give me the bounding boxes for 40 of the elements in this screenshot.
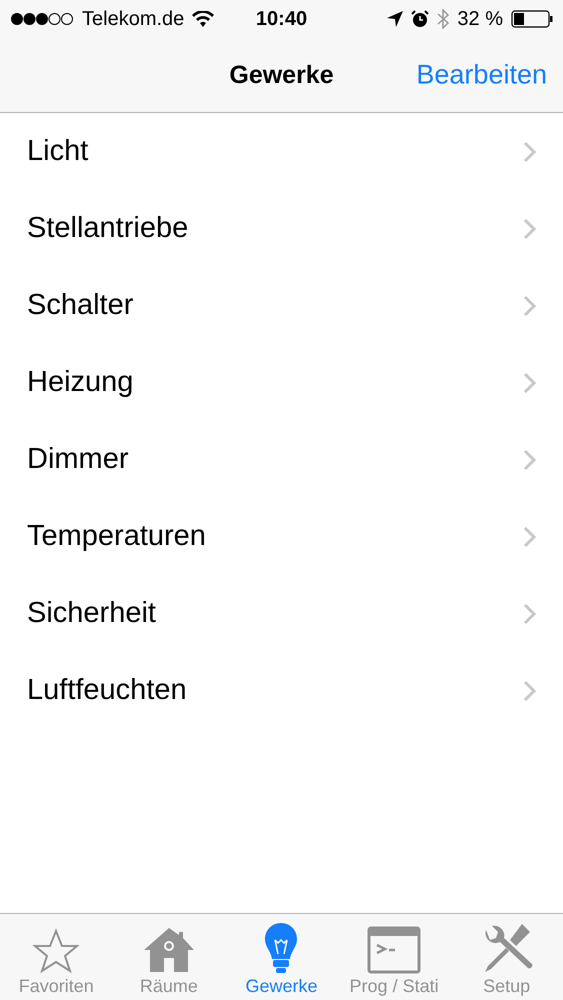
clock-time: 10:40 (256, 8, 308, 30)
list-row[interactable]: Heizung (0, 344, 563, 421)
house-icon (142, 926, 196, 974)
chevron-icon (523, 448, 537, 470)
row-label: Heizung (27, 366, 134, 399)
chevron-icon (523, 372, 537, 394)
light-bulb-icon (264, 922, 298, 974)
terminal-window-icon (367, 926, 422, 974)
carrier-name: Telekom.de (82, 8, 184, 30)
list-row[interactable]: Schalter (0, 267, 563, 344)
chevron-icon (523, 140, 537, 162)
row-label: Dimmer (27, 443, 128, 476)
chevron-icon (523, 602, 537, 624)
row-label: Luftfeuchten (27, 674, 187, 707)
chevron-icon (523, 526, 537, 548)
wifi-icon (192, 11, 214, 27)
row-label: Schalter (27, 289, 134, 322)
row-label: Sicherheit (27, 597, 156, 630)
list-row[interactable]: Temperaturen (0, 498, 563, 575)
bluetooth-icon (437, 9, 450, 29)
list-row[interactable]: Dimmer (0, 421, 563, 498)
chevron-icon (523, 294, 537, 316)
star-icon (32, 928, 80, 974)
list-row[interactable]: Licht (0, 113, 563, 190)
alarm-clock-icon (411, 10, 430, 28)
signal-strength-icon (10, 12, 74, 26)
screen-title: Gewerke (229, 60, 334, 90)
list-row[interactable]: Sicherheit (0, 575, 563, 652)
row-label: Licht (27, 135, 88, 168)
edit-button[interactable]: Bearbeiten (416, 60, 547, 90)
list-row[interactable]: Luftfeuchten (0, 652, 563, 729)
row-label: Stellantriebe (27, 212, 188, 245)
chevron-icon (523, 218, 537, 240)
battery-percentage: 32 % (457, 8, 503, 30)
battery-icon (511, 10, 553, 28)
row-label: Temperaturen (27, 520, 206, 553)
tab-item[interactable]: Gewerke (225, 914, 338, 1000)
chevron-icon (523, 680, 537, 702)
location-arrow-icon (387, 11, 404, 27)
list-row[interactable]: Stellantriebe (0, 190, 563, 267)
